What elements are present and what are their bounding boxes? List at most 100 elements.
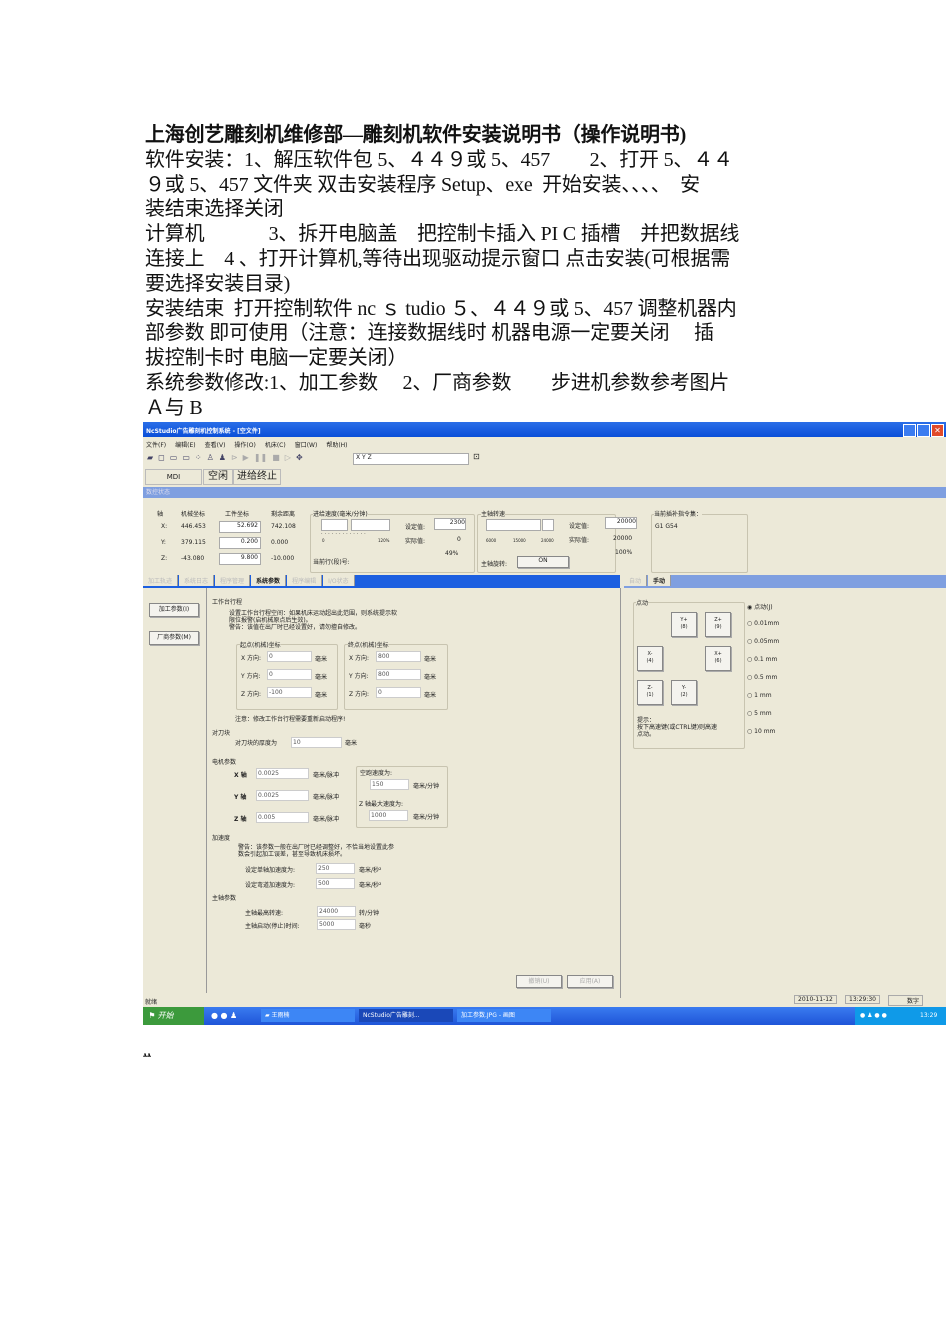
pause-icon[interactable]: ❚❚	[254, 453, 267, 462]
zmax-input[interactable]: 1000	[369, 810, 408, 821]
play-icon[interactable]: ▶	[243, 453, 249, 462]
work-coord[interactable]: 0.200	[219, 537, 261, 549]
end-coord-input[interactable]: 800	[376, 651, 421, 662]
spindle-slider-handle[interactable]	[542, 519, 554, 531]
spindle-title: 主轴转速	[481, 509, 506, 518]
curve-accel-input[interactable]: 500	[316, 878, 355, 889]
restore-icon[interactable]	[917, 424, 930, 437]
feed-slider-track[interactable]	[321, 519, 348, 531]
step-option[interactable]: ○ 5 mm	[747, 710, 772, 717]
taskbar-item[interactable]: 加工参数.JPG - 画图	[457, 1009, 551, 1022]
points-icon[interactable]: ⁘	[195, 453, 202, 462]
jog-key[interactable]: X- (4)	[637, 646, 663, 671]
step-option[interactable]: ○ 0.1 mm	[747, 656, 777, 663]
windows-icon: ⚑	[149, 1011, 158, 1020]
taskbar-item[interactable]: ▰ 王雨楠	[261, 1009, 355, 1022]
apply-button[interactable]: 应用(A)	[567, 975, 613, 988]
start-button[interactable]: ⚑ 开始	[143, 1007, 204, 1025]
vendor-params-button[interactable]: 厂商参数(M)	[149, 631, 199, 645]
tool-thickness-input[interactable]: 10	[291, 737, 342, 748]
doc-line: 连接上 4 、打开计算机,等待出现驱动提示窗口 点击安装(可根据需	[145, 247, 731, 270]
taskbar-item[interactable]: NcStudio广告雕刻...	[359, 1009, 453, 1022]
radio-icon[interactable]: ○	[747, 728, 752, 735]
end-coord-input[interactable]: 800	[376, 669, 421, 680]
next-icon[interactable]: ▷	[285, 453, 291, 462]
quicklaunch-icons[interactable]: ● ● ♟	[211, 1011, 237, 1020]
feed-set-value[interactable]: 2300	[434, 518, 466, 530]
radio-icon[interactable]: ○	[747, 620, 752, 627]
window-icon[interactable]: ▭	[170, 453, 178, 462]
menu-view[interactable]: 查看(V)	[205, 440, 226, 449]
menu-help[interactable]: 帮助(H)	[326, 440, 347, 449]
spindle-delay-input[interactable]: 5000	[317, 919, 356, 930]
coord-input[interactable]: X Y Z	[353, 453, 469, 465]
start-coord-input[interactable]: 0	[267, 651, 312, 662]
preview-icon[interactable]: ◻	[158, 453, 165, 462]
pulse-equivalent-input[interactable]: 0.005	[256, 812, 309, 823]
radio-icon[interactable]: ○	[747, 656, 752, 663]
pulse-equivalent-input[interactable]: 0.0025	[256, 768, 309, 779]
radio-icon[interactable]: ◉	[747, 604, 752, 611]
doc-line: 装结束选择关闭	[145, 198, 284, 221]
gcode-value: G1 G54	[655, 523, 678, 530]
jog-key[interactable]: Y- (2)	[671, 680, 697, 705]
tab-io[interactable]: I/O状态	[323, 575, 355, 586]
taskbar-item-label: 王雨楠	[271, 1012, 290, 1019]
tab-system-params[interactable]: 系统参数	[251, 575, 287, 586]
tab-toolpath[interactable]: 加工轨迹	[143, 575, 179, 586]
end-coord-input[interactable]: 0	[376, 687, 421, 698]
jog-key[interactable]: Z- (1)	[637, 680, 663, 705]
tab-manual[interactable]: 手动	[648, 575, 672, 586]
radio-icon[interactable]: ○	[747, 674, 752, 681]
jog-key[interactable]: Z+ (9)	[705, 612, 731, 637]
spindle-max-input[interactable]: 24000	[317, 906, 356, 917]
radio-icon[interactable]: ○	[747, 638, 752, 645]
start-coord-input[interactable]: -100	[267, 687, 312, 698]
radio-icon[interactable]: ○	[747, 692, 752, 699]
remaining-distance: -10.000	[271, 555, 295, 562]
jog-key[interactable]: X+ (6)	[705, 646, 731, 671]
menu-machine[interactable]: 机床(C)	[265, 440, 286, 449]
menu-edit[interactable]: 编辑(E)	[175, 440, 195, 449]
machining-params-button[interactable]: 加工参数(I)	[149, 603, 199, 617]
step-option[interactable]: ○ 1 mm	[747, 692, 772, 699]
tab-auto[interactable]: 自动	[624, 575, 648, 586]
user-icon[interactable]: ♙	[207, 453, 214, 462]
pulse-equivalent-input[interactable]: 0.0025	[256, 790, 309, 801]
jog-key[interactable]: Y+ (8)	[671, 612, 697, 637]
undo-button[interactable]: 撤销(U)	[516, 975, 562, 988]
tab-program[interactable]: 程序管理	[215, 575, 251, 586]
step-option[interactable]: ○ 0.01mm	[747, 620, 779, 627]
tool-icon[interactable]: ✥	[296, 453, 303, 462]
idle-speed-input[interactable]: 150	[370, 779, 409, 790]
feed-percent: 49%	[445, 550, 459, 557]
menu-operate[interactable]: 操作(O)	[234, 440, 255, 449]
step-option[interactable]: ○ 0.05mm	[747, 638, 779, 645]
spindle-slider-track[interactable]	[486, 519, 541, 531]
person-icon[interactable]: ♟	[219, 453, 226, 462]
feed-slider-handle[interactable]	[351, 519, 390, 531]
spindle-set-value[interactable]: 20000	[605, 517, 637, 529]
minimize-icon[interactable]	[903, 424, 916, 437]
radio-icon[interactable]: ○	[747, 710, 752, 717]
open-icon[interactable]: ▰	[147, 453, 153, 462]
stop-icon[interactable]: ■	[272, 453, 280, 462]
tab-log[interactable]: 系统日志	[179, 575, 215, 586]
close-icon[interactable]: ✕	[931, 424, 944, 437]
monitor-icon[interactable]: ▭	[182, 453, 190, 462]
spindle-on-button[interactable]: ON	[517, 556, 569, 568]
single-accel-input[interactable]: 250	[316, 863, 355, 874]
step-icon[interactable]: ⊳	[231, 453, 238, 462]
menu-file[interactable]: 文件(F)	[146, 440, 166, 449]
camera-icon[interactable]: ⊡	[473, 452, 480, 461]
step-option[interactable]: ○ 10 mm	[747, 728, 775, 735]
tab-editor[interactable]: 程序编辑	[287, 575, 323, 586]
step-option[interactable]: ◉ 点动(J)	[747, 602, 773, 611]
menu-window[interactable]: 窗口(W)	[295, 440, 318, 449]
work-coord[interactable]: 52.692	[219, 521, 261, 533]
work-coord[interactable]: 9.800	[219, 553, 261, 565]
start-coord-input[interactable]: 0	[267, 669, 312, 680]
step-option[interactable]: ○ 0.5 mm	[747, 674, 777, 681]
accel-warning: 数会引起加工误差，甚至导致机床损坏。	[238, 851, 347, 858]
tray-icons[interactable]: ● ♟ ● ●	[860, 1012, 887, 1019]
